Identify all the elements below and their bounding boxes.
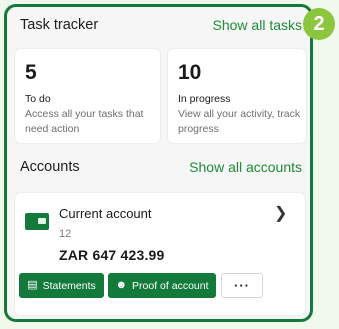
accounts-title: Accounts [20,159,80,175]
bank-card-icon [25,213,49,230]
todo-label: To do [25,93,51,105]
in-progress-count: 10 [178,61,202,84]
show-all-accounts-link[interactable]: Show all accounts [189,159,302,175]
dashboard-panel: Task tracker Show all tasks 5 To do Acce… [4,4,313,322]
accounts-header: Accounts Show all accounts [7,159,310,175]
todo-count: 5 [25,61,37,84]
in-progress-description: View all your activity, track progress [178,108,301,135]
step-number-badge: 2 [303,8,335,40]
todo-description: Access all your tasks that need action [25,108,144,135]
step-number: 2 [313,12,325,35]
account-name: Current account [59,206,152,221]
todo-card[interactable]: 5 To do Access all your tasks that need … [15,49,160,143]
task-tracker-title: Task tracker [20,17,99,33]
in-progress-label: In progress [178,93,231,105]
account-number: 12 [59,228,72,240]
show-all-tasks-link[interactable]: Show all tasks [213,17,302,33]
more-options-label: ··· [234,278,250,293]
proof-of-account-label: Proof of account [132,279,209,292]
task-tracker-header: Task tracker Show all tasks [7,17,310,33]
chevron-right-icon[interactable]: ❯ [274,203,287,223]
in-progress-card[interactable]: 10 In progress View all your activity, t… [168,49,306,143]
current-account-card[interactable]: Current account 12 ZAR 647 423.99 ❯ ▤ St… [15,193,305,315]
document-icon: ▤ [27,279,38,291]
proof-of-account-button[interactable]: ☻ Proof of account [108,273,216,298]
person-icon: ☻ [115,279,128,291]
statements-label: Statements [42,279,96,292]
statements-button[interactable]: ▤ Statements [19,273,104,298]
account-balance: ZAR 647 423.99 [59,247,165,263]
more-options-button[interactable]: ··· [221,273,263,298]
